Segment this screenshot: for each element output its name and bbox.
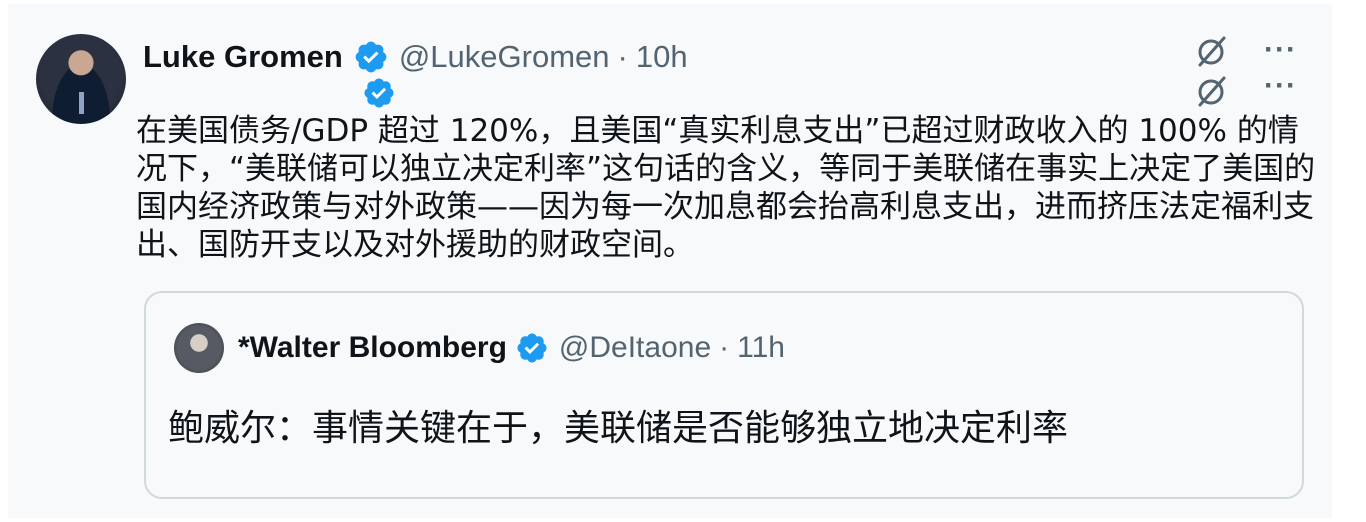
- quoted-tweet-header: *Walter Bloomberg @DeItaone · 11h: [238, 325, 785, 371]
- quoted-tweet-timestamp[interactable]: 11h: [737, 331, 785, 365]
- grok-icon[interactable]: [1193, 72, 1231, 110]
- tweet-header: Luke Gromen @LukeGromen · 10h: [143, 34, 688, 80]
- quoted-author-handle[interactable]: @DeItaone: [559, 331, 711, 365]
- quoted-author-name[interactable]: *Walter Bloomberg: [238, 331, 507, 365]
- author-name[interactable]: Luke Gromen: [143, 39, 343, 75]
- tweet-body: 在美国债务/GDP 超过 120%，且美国“真实利息支出”已超过财政收入的 10…: [136, 113, 1316, 263]
- author-avatar[interactable]: [36, 34, 126, 124]
- author-handle[interactable]: @LukeGromen: [399, 39, 610, 75]
- more-options-icon[interactable]: ···: [1264, 71, 1297, 101]
- quoted-tweet[interactable]: *Walter Bloomberg @DeItaone · 11h 鲍威尔：事情…: [144, 291, 1304, 499]
- verified-badge-icon: [517, 333, 547, 363]
- grok-icon[interactable]: [1193, 32, 1231, 70]
- quoted-author-avatar[interactable]: [174, 323, 224, 373]
- quoted-tweet-body: 鲍威尔：事情关键在于，美联储是否能够独立地决定利率: [168, 408, 1069, 449]
- quoted-header-separator: ·: [719, 331, 730, 364]
- header-separator: ·: [617, 39, 628, 74]
- tweet-timestamp[interactable]: 10h: [636, 39, 688, 75]
- verified-badge-icon: [355, 41, 387, 73]
- tweet-card: Luke Gromen @LukeGromen · 10h ··· ··· 在美…: [8, 4, 1332, 518]
- verified-badge-icon: [364, 78, 394, 108]
- more-options-icon[interactable]: ···: [1264, 35, 1297, 65]
- avatar-tie-detail: [79, 92, 84, 114]
